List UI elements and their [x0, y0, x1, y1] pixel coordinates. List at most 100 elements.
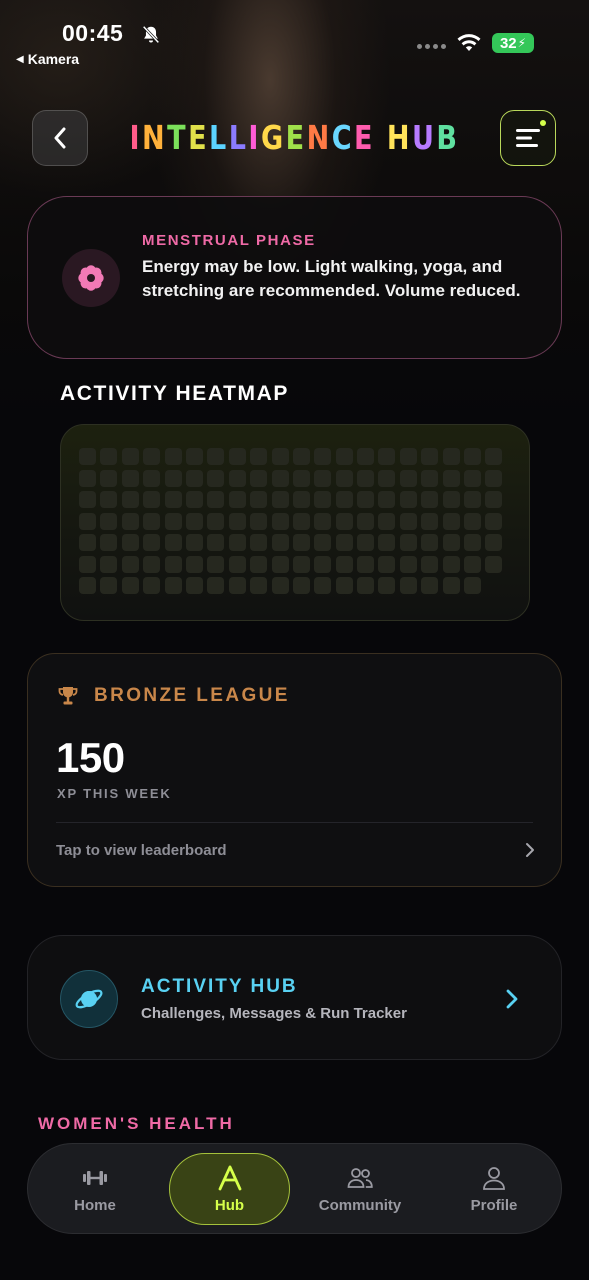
heatmap-cell [185, 512, 203, 530]
heatmap-cell [421, 555, 439, 573]
heatmap-cell [485, 448, 503, 465]
page-title-letter: H [386, 118, 412, 157]
heatmap-cell [292, 469, 310, 487]
chevron-right-icon [506, 989, 518, 1009]
activity-hub-title: ACTIVITY HUB [141, 976, 298, 997]
page-title-letter: E [354, 118, 375, 157]
heatmap-cell [271, 469, 289, 487]
heatmap-cell [292, 491, 310, 508]
activity-hub-card[interactable]: ACTIVITY HUB Challenges, Messages & Run … [27, 935, 562, 1060]
heatmap-cell [250, 555, 268, 573]
heatmap-cell [271, 555, 289, 573]
heatmap-cell [207, 555, 225, 573]
heatmap-cell [292, 512, 310, 530]
cycle-phase-card[interactable]: MENSTRUAL PHASE Energy may be low. Light… [27, 196, 562, 359]
heatmap-cell [143, 534, 161, 551]
heatmap-cell [399, 534, 417, 551]
chevron-right-icon [526, 843, 534, 857]
heatmap-cell [143, 491, 161, 508]
heatmap-cell [121, 555, 139, 573]
bell-muted-icon [142, 25, 160, 44]
heatmap-cell [485, 555, 503, 573]
heatmap-cell [271, 534, 289, 551]
heatmap-cell [164, 555, 182, 573]
people-icon [347, 1167, 373, 1188]
heatmap-cell [185, 469, 203, 487]
wifi-icon [457, 34, 481, 51]
heatmap-cell [164, 577, 182, 594]
heatmap-cell [442, 512, 460, 530]
heatmap-cell [292, 555, 310, 573]
heatmap-cell [250, 577, 268, 594]
heatmap-cell [378, 469, 396, 487]
bottom-nav: Home Hub Community Profile [27, 1143, 562, 1234]
heatmap-cell [250, 448, 268, 465]
heatmap-cell [143, 555, 161, 573]
divider [56, 822, 533, 823]
heatmap-cell [357, 469, 375, 487]
heatmap-cell [185, 448, 203, 465]
menu-button[interactable] [500, 110, 556, 166]
heatmap-cell [207, 534, 225, 551]
heatmap-cell [228, 512, 246, 530]
back-to-app-link[interactable]: ◀ Kamera [16, 51, 79, 67]
heatmap-cell [485, 512, 503, 530]
heatmap-cell [79, 555, 96, 573]
heatmap-cell [357, 512, 375, 530]
heatmap-cell [250, 512, 268, 530]
heatmap-cell [378, 534, 396, 551]
heatmap-cell [421, 448, 439, 465]
heatmap-cell [271, 512, 289, 530]
heatmap-cell [271, 448, 289, 465]
user-icon [483, 1166, 505, 1190]
heatmap-cell [442, 491, 460, 508]
heatmap-cell [292, 448, 310, 465]
heatmap-cell [79, 534, 96, 551]
heatmap-cell [100, 534, 118, 551]
xp-label: XP THIS WEEK [57, 786, 172, 801]
nav-home[interactable]: Home [35, 1154, 155, 1224]
heatmap-cell [378, 448, 396, 465]
heatmap-cell [228, 555, 246, 573]
heatmap-cell [399, 577, 417, 594]
heatmap-cell [485, 469, 503, 487]
heatmap-cell [228, 469, 246, 487]
heatmap-cell [121, 469, 139, 487]
nav-profile[interactable]: Profile [434, 1154, 554, 1224]
heatmap-cell [464, 448, 482, 465]
page-title-letter: L [209, 118, 229, 157]
nav-community-label: Community [318, 1196, 402, 1214]
signal-icon [417, 44, 446, 49]
nav-home-label: Home [74, 1196, 116, 1214]
page-title-letter: C [331, 118, 355, 157]
battery-level: 32 [499, 34, 517, 52]
heatmap-cell [442, 577, 460, 594]
heatmap-cell [207, 448, 225, 465]
heatmap-cell [207, 577, 225, 594]
heatmap-cell [464, 577, 482, 594]
heatmap-cell [185, 555, 203, 573]
heatmap-cell [357, 577, 375, 594]
heatmap-cell [143, 577, 161, 594]
heatmap-cell [442, 555, 460, 573]
leaderboard-link[interactable]: Tap to view leaderboard [56, 836, 537, 864]
heatmap-cell [185, 534, 203, 551]
heatmap-cell [121, 512, 139, 530]
heatmap-cell [464, 469, 482, 487]
heatmap-cell [271, 491, 289, 508]
league-card[interactable]: BRONZE LEAGUE 150 XP THIS WEEK Tap to vi… [27, 653, 562, 887]
back-triangle-icon: ◀ [16, 53, 24, 65]
heatmap-cell [485, 491, 503, 508]
page-title-letter: N [306, 118, 332, 157]
page-title-letter: G [260, 118, 286, 157]
heatmap-cell [228, 534, 246, 551]
nav-community[interactable]: Community [300, 1154, 420, 1224]
flower-icon [62, 249, 120, 307]
page-title-letter: B [436, 118, 460, 157]
nav-hub[interactable]: Hub [169, 1153, 290, 1225]
league-title: BRONZE LEAGUE [94, 685, 290, 706]
heatmap-cell [335, 512, 353, 530]
menu-icon [516, 129, 540, 147]
heatmap-cell [464, 512, 482, 530]
heatmap-cell [271, 577, 289, 594]
